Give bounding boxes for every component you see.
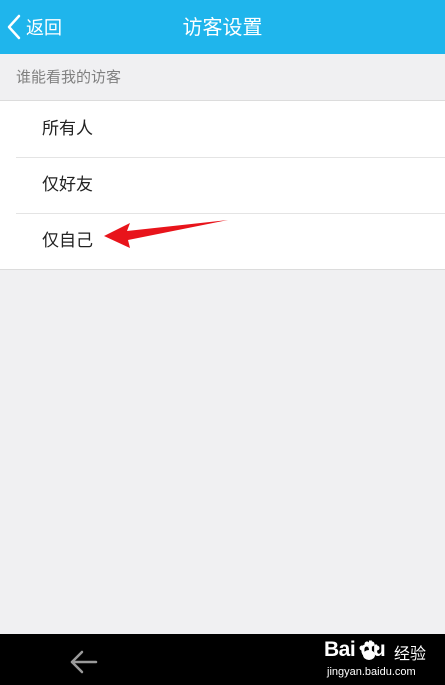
option-friends-only[interactable]: 仅好友 xyxy=(0,157,445,213)
option-label: 仅自己 xyxy=(42,231,93,251)
header-bar: 返回 访客设置 xyxy=(0,0,445,54)
option-label: 仅好友 xyxy=(42,175,93,195)
option-everyone[interactable]: 所有人 xyxy=(0,101,445,157)
paw-logo-icon xyxy=(359,641,380,660)
option-label: 所有人 xyxy=(42,119,93,139)
watermark-product: 经验 xyxy=(394,644,427,663)
watermark-url: jingyan.baidu.com xyxy=(327,666,416,678)
section-label: 谁能看我的访客 xyxy=(16,68,122,86)
page-title: 访客设置 xyxy=(182,15,263,39)
baidu-jingyan-watermark: Bai du 经验 jingyan.baidu.com xyxy=(322,636,442,684)
back-arrow-icon[interactable] xyxy=(68,648,100,676)
red-arrow-annotation xyxy=(104,220,228,248)
